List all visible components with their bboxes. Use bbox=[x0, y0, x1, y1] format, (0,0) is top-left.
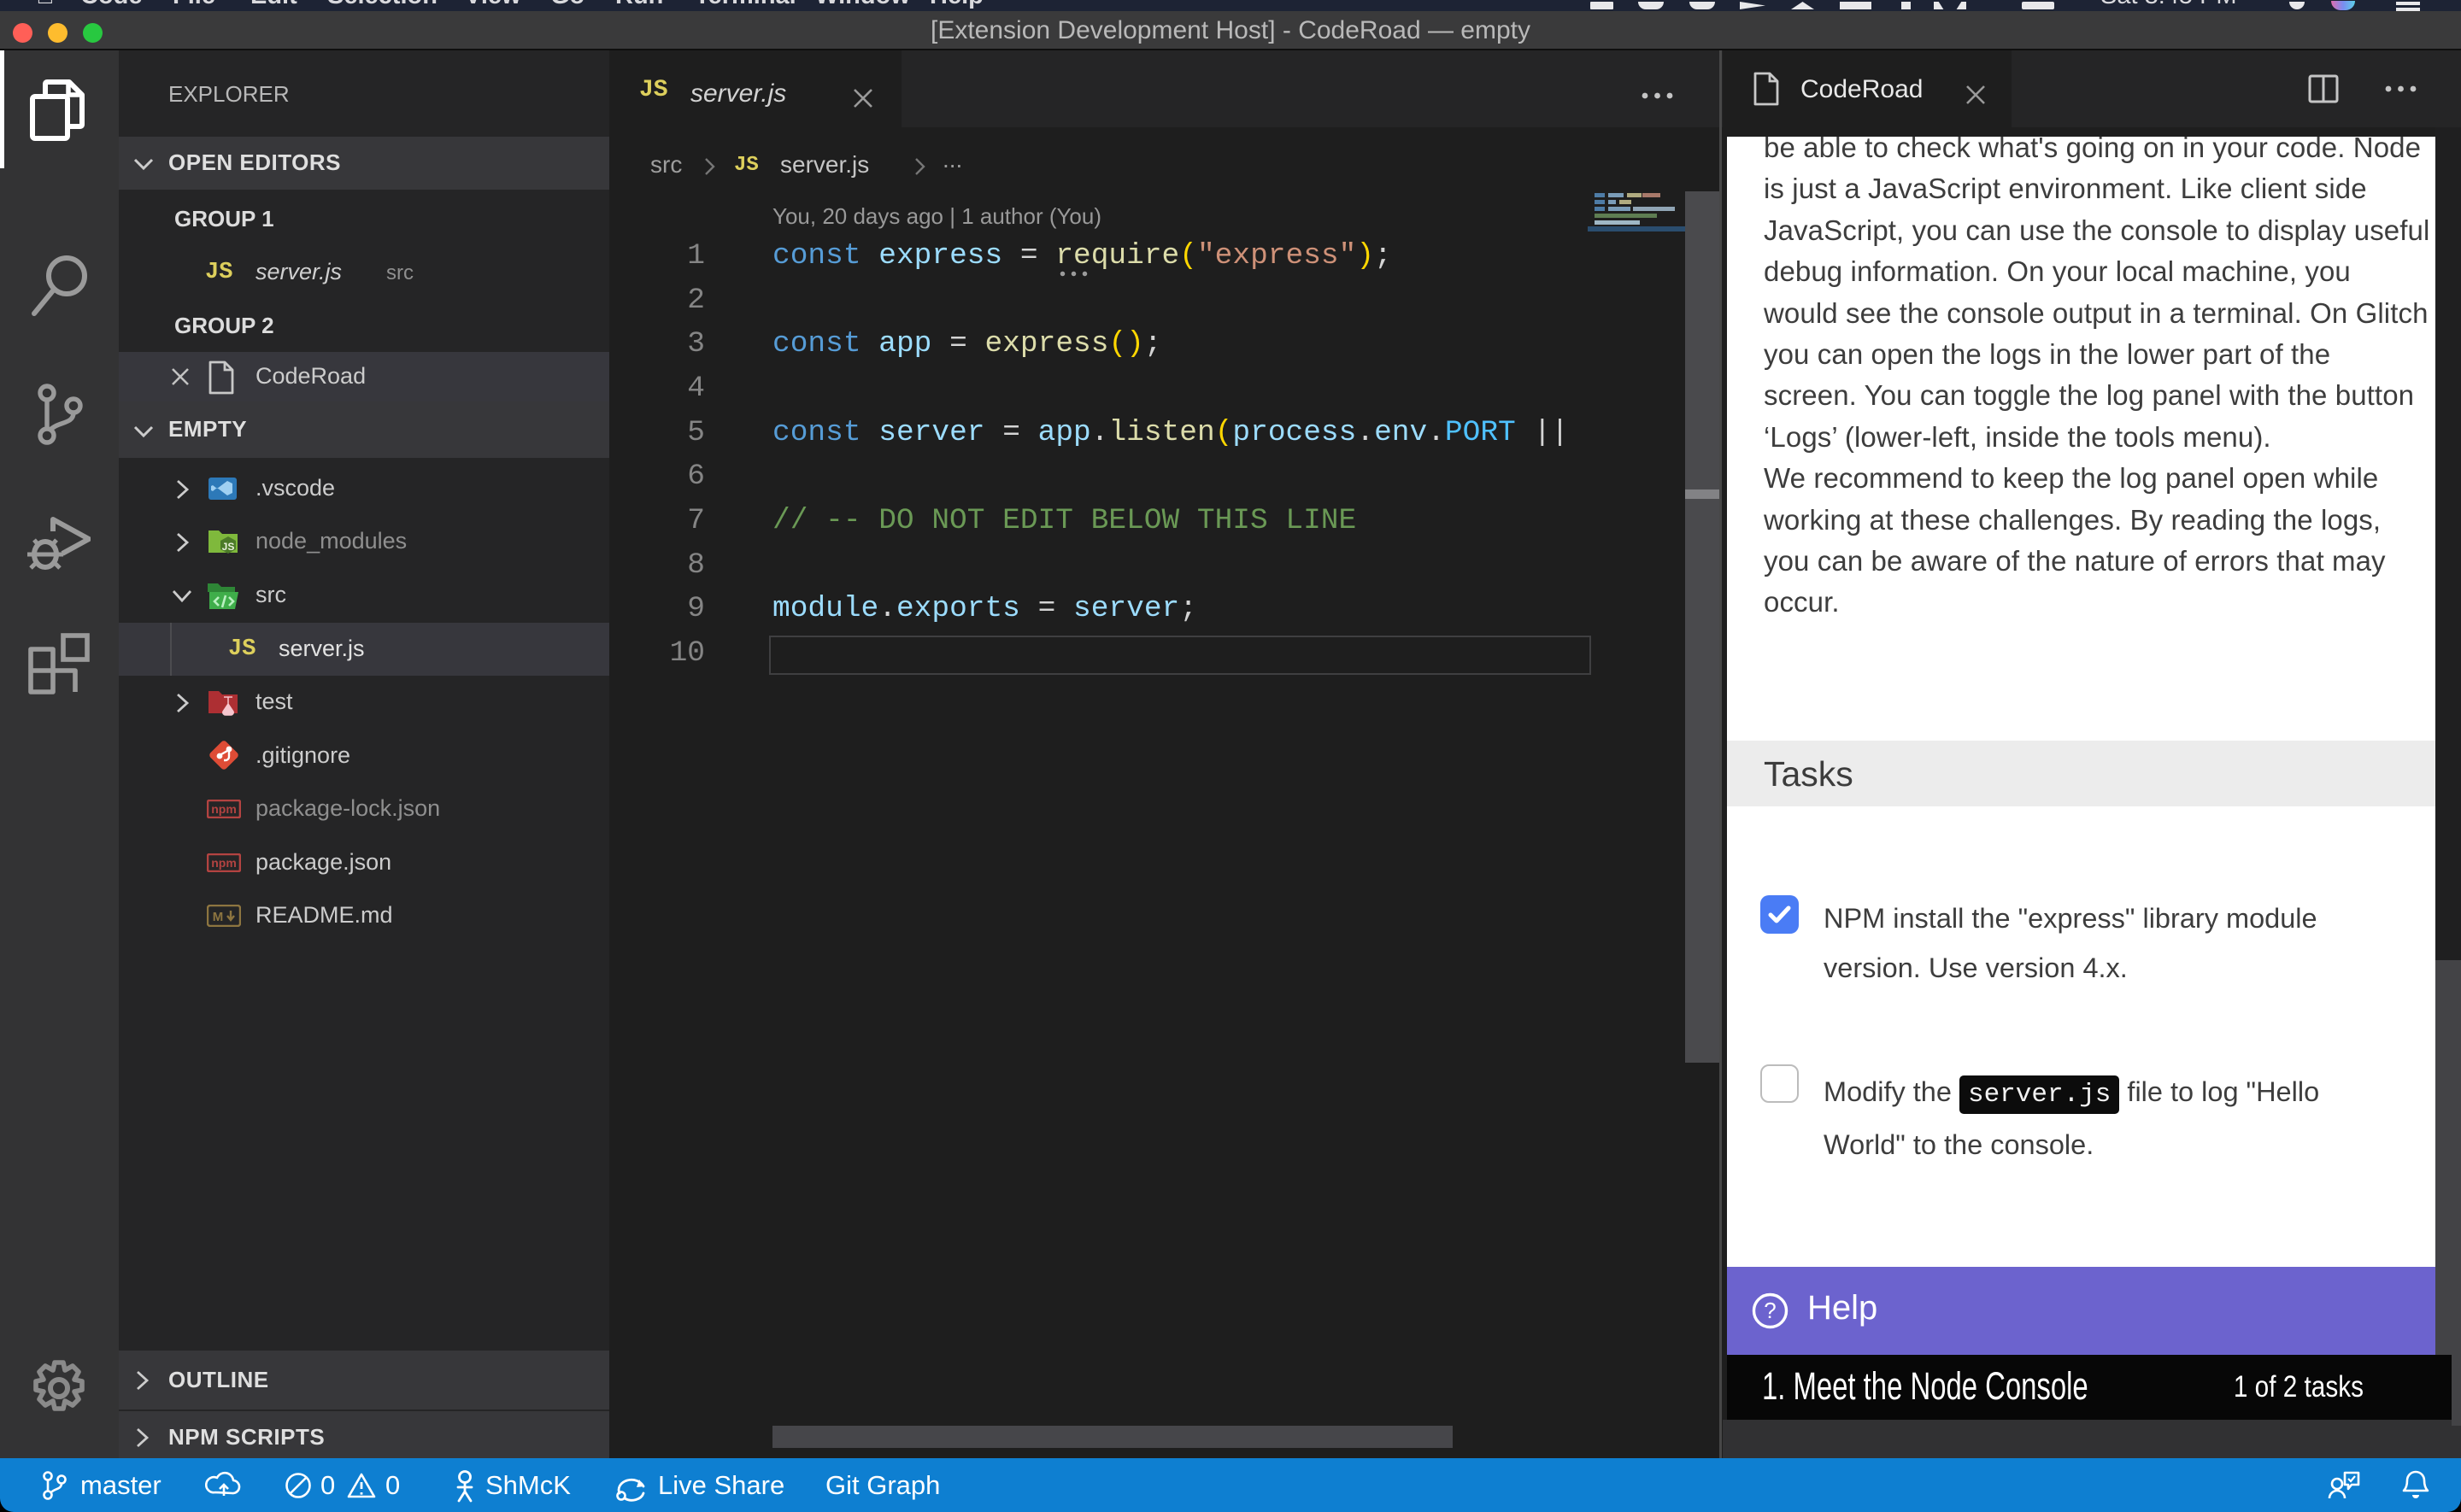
svg-text:JS: JS bbox=[222, 541, 235, 553]
svg-text:npm: npm bbox=[211, 856, 237, 870]
svg-text:M: M bbox=[213, 910, 224, 924]
svg-text:npm: npm bbox=[211, 802, 237, 816]
svg-text:?: ? bbox=[1764, 1298, 1776, 1323]
